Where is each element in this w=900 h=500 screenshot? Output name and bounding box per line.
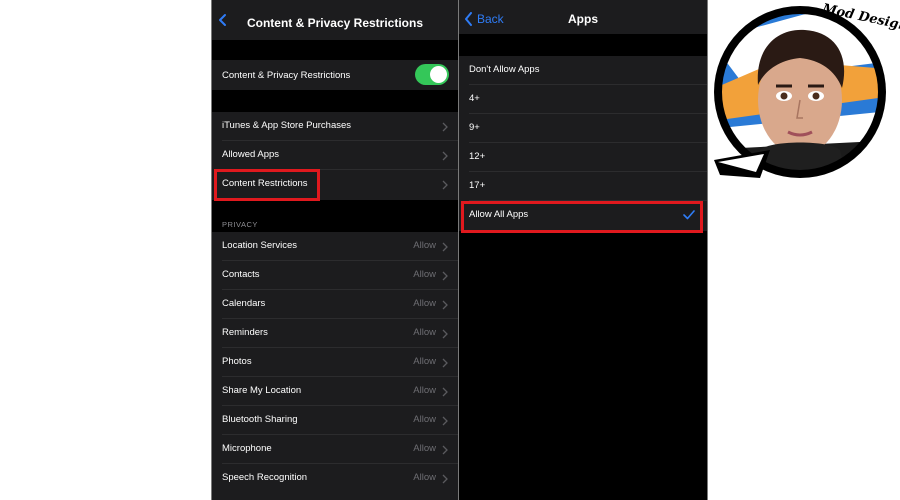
page-title: Content & Privacy Restrictions [246,16,424,30]
option-9-plus[interactable]: 9+ [459,114,707,143]
option-label: 9+ [469,122,480,133]
privacy-item-label: Bluetooth Sharing [222,414,298,425]
menu-item-allowed-apps[interactable]: Allowed Apps [212,141,458,170]
chevron-right-icon [442,300,448,310]
nav-bar: Back Apps [459,0,707,34]
privacy-item-speech-recognition[interactable]: Speech Recognition Allow [212,464,458,493]
chevron-right-icon [442,387,448,397]
privacy-item-label: Microphone [222,443,272,454]
privacy-item-label: Share My Location [222,385,302,396]
privacy-item-bluetooth-sharing[interactable]: Bluetooth Sharing Allow [212,406,458,435]
apps-screen: Back Apps Don't Allow Apps 4+ 9+ 12+ 17+… [459,0,708,500]
chevron-right-icon [442,180,448,190]
chevron-right-icon [442,416,448,426]
privacy-item-reminders[interactable]: Reminders Allow [212,319,458,348]
option-label: 4+ [469,93,480,104]
privacy-item-photos[interactable]: Photos Allow [212,348,458,377]
privacy-item-value: Allow [413,240,436,251]
allow-all-apps-highlight [461,201,703,233]
option-12-plus[interactable]: 12+ [459,143,707,172]
nav-bar: Content & Privacy Restrictions [212,0,458,40]
privacy-item-label: Reminders [222,327,268,338]
privacy-item-value: Allow [413,414,436,425]
privacy-item-contacts[interactable]: Contacts Allow [212,261,458,290]
option-label: Don't Allow Apps [469,64,540,75]
avatar-badge-logo: Mod Design [714,1,900,178]
page-title: Apps [568,12,598,26]
option-17-plus[interactable]: 17+ [459,172,707,201]
option-label: 12+ [469,151,486,162]
chevron-right-icon [442,271,448,281]
option-4-plus[interactable]: 4+ [459,85,707,114]
privacy-item-value: Allow [413,443,436,454]
privacy-item-calendars[interactable]: Calendars Allow [212,290,458,319]
content-privacy-screen: Content & Privacy Restrictions Content &… [211,0,459,500]
privacy-item-microphone[interactable]: Microphone Allow [212,435,458,464]
master-toggle-label: Content & Privacy Restrictions [222,70,351,81]
chevron-right-icon [442,122,448,132]
privacy-item-label: Location Services [222,240,297,251]
toggle-knob [430,66,447,83]
privacy-group: Location Services Allow Contacts Allow C… [212,232,458,500]
chevron-right-icon [442,329,448,339]
option-label: 17+ [469,180,486,191]
privacy-section-header: PRIVACY [222,220,258,229]
privacy-item-value: Allow [413,327,436,338]
privacy-item-label: Speech Recognition [222,472,308,483]
privacy-item-share-my-location[interactable]: Share My Location Allow [212,377,458,406]
privacy-item-value: Allow [413,385,436,396]
privacy-item-value: Allow [413,269,436,280]
chevron-right-icon [442,358,448,368]
chevron-right-icon [442,474,448,484]
chevron-right-icon [442,445,448,455]
content-restrictions-highlight [214,169,320,201]
privacy-item-value: Allow [413,472,436,483]
privacy-item-value: Allow [413,298,436,309]
privacy-item-value: Allow [413,356,436,367]
chevron-right-icon [442,151,448,161]
privacy-item-location-services[interactable]: Location Services Allow [212,232,458,261]
content-privacy-toggle[interactable] [415,64,449,85]
menu-item-label: iTunes & App Store Purchases [222,120,352,131]
privacy-item-label: Contacts [222,269,260,280]
menu-item-itunes-purchases[interactable]: iTunes & App Store Purchases [212,112,458,141]
chevron-right-icon [442,242,448,252]
option-dont-allow-apps[interactable]: Don't Allow Apps [459,56,707,85]
menu-item-label: Allowed Apps [222,149,280,160]
privacy-item-label: Calendars [222,298,266,309]
privacy-item-label: Photos [222,356,252,367]
